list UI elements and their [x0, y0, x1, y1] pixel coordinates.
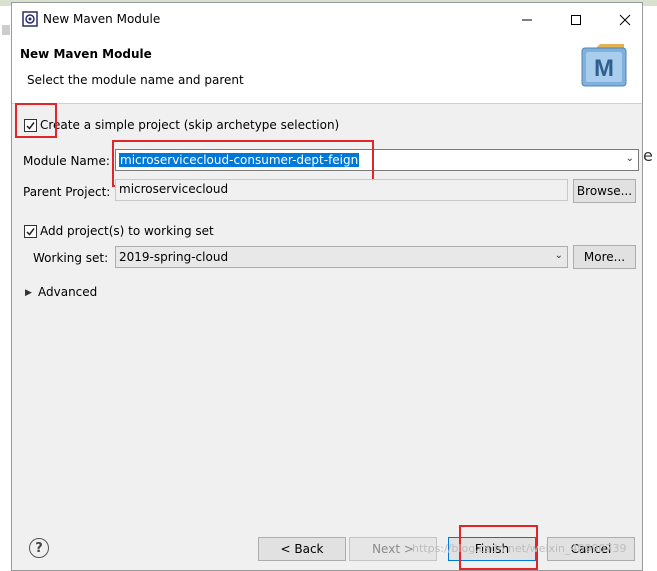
check-icon [26, 228, 35, 236]
minimize-button[interactable] [504, 3, 550, 36]
module-name-input[interactable]: microservicecloud-consumer-dept-feign ⌄ [115, 149, 639, 171]
watermark-text: https://blog.csdn.net/weixin_40990739 [412, 542, 627, 555]
more-button[interactable]: More... [573, 245, 636, 269]
working-set-checkbox-label[interactable]: Add project(s) to working set [40, 224, 214, 238]
dialog-window: New Maven Module New Maven Module Select… [11, 2, 643, 571]
browse-button[interactable]: Browse... [573, 179, 636, 203]
maven-logo-icon: M [581, 44, 627, 87]
parent-project-label: Parent Project: [23, 185, 111, 199]
parent-project-value: microservicecloud [119, 182, 229, 196]
maximize-icon [571, 14, 581, 25]
module-name-value: microservicecloud-consumer-dept-feign [119, 153, 360, 167]
back-button[interactable]: < Back [258, 537, 346, 561]
advanced-section-toggle[interactable]: Advanced [38, 285, 97, 299]
chevron-down-icon: ⌄ [554, 250, 563, 261]
maximize-button[interactable] [553, 3, 599, 36]
maven-logo-letter: M [594, 55, 614, 82]
help-icon[interactable]: ? [29, 538, 49, 558]
wizard-title: New Maven Module [20, 47, 152, 61]
working-set-select[interactable]: 2019-spring-cloud ⌄ [115, 246, 568, 268]
working-set-value: 2019-spring-cloud [119, 250, 229, 264]
minimize-icon [522, 19, 532, 20]
close-button[interactable] [602, 3, 648, 36]
title-bar: New Maven Module [12, 3, 642, 36]
window-title: New Maven Module [43, 12, 161, 26]
chevron-down-icon[interactable]: ⌄ [626, 153, 634, 164]
working-set-checkbox[interactable] [24, 225, 37, 238]
wizard-header: New Maven Module Select the module name … [12, 36, 642, 104]
module-name-label: Module Name: [23, 154, 110, 168]
working-set-label: Working set: [33, 251, 109, 265]
simple-project-checkbox[interactable] [24, 119, 37, 132]
check-icon [26, 122, 35, 130]
eclipse-app-icon [22, 11, 38, 27]
background-text-fragment: e [643, 146, 653, 165]
close-icon [619, 14, 631, 25]
expand-arrow-icon[interactable]: ▶ [25, 288, 32, 298]
simple-project-label[interactable]: Create a simple project (skip archetype … [40, 118, 339, 132]
wizard-description: Select the module name and parent [27, 73, 244, 87]
background-fragment [2, 25, 10, 35]
parent-project-field: microservicecloud [115, 179, 568, 201]
